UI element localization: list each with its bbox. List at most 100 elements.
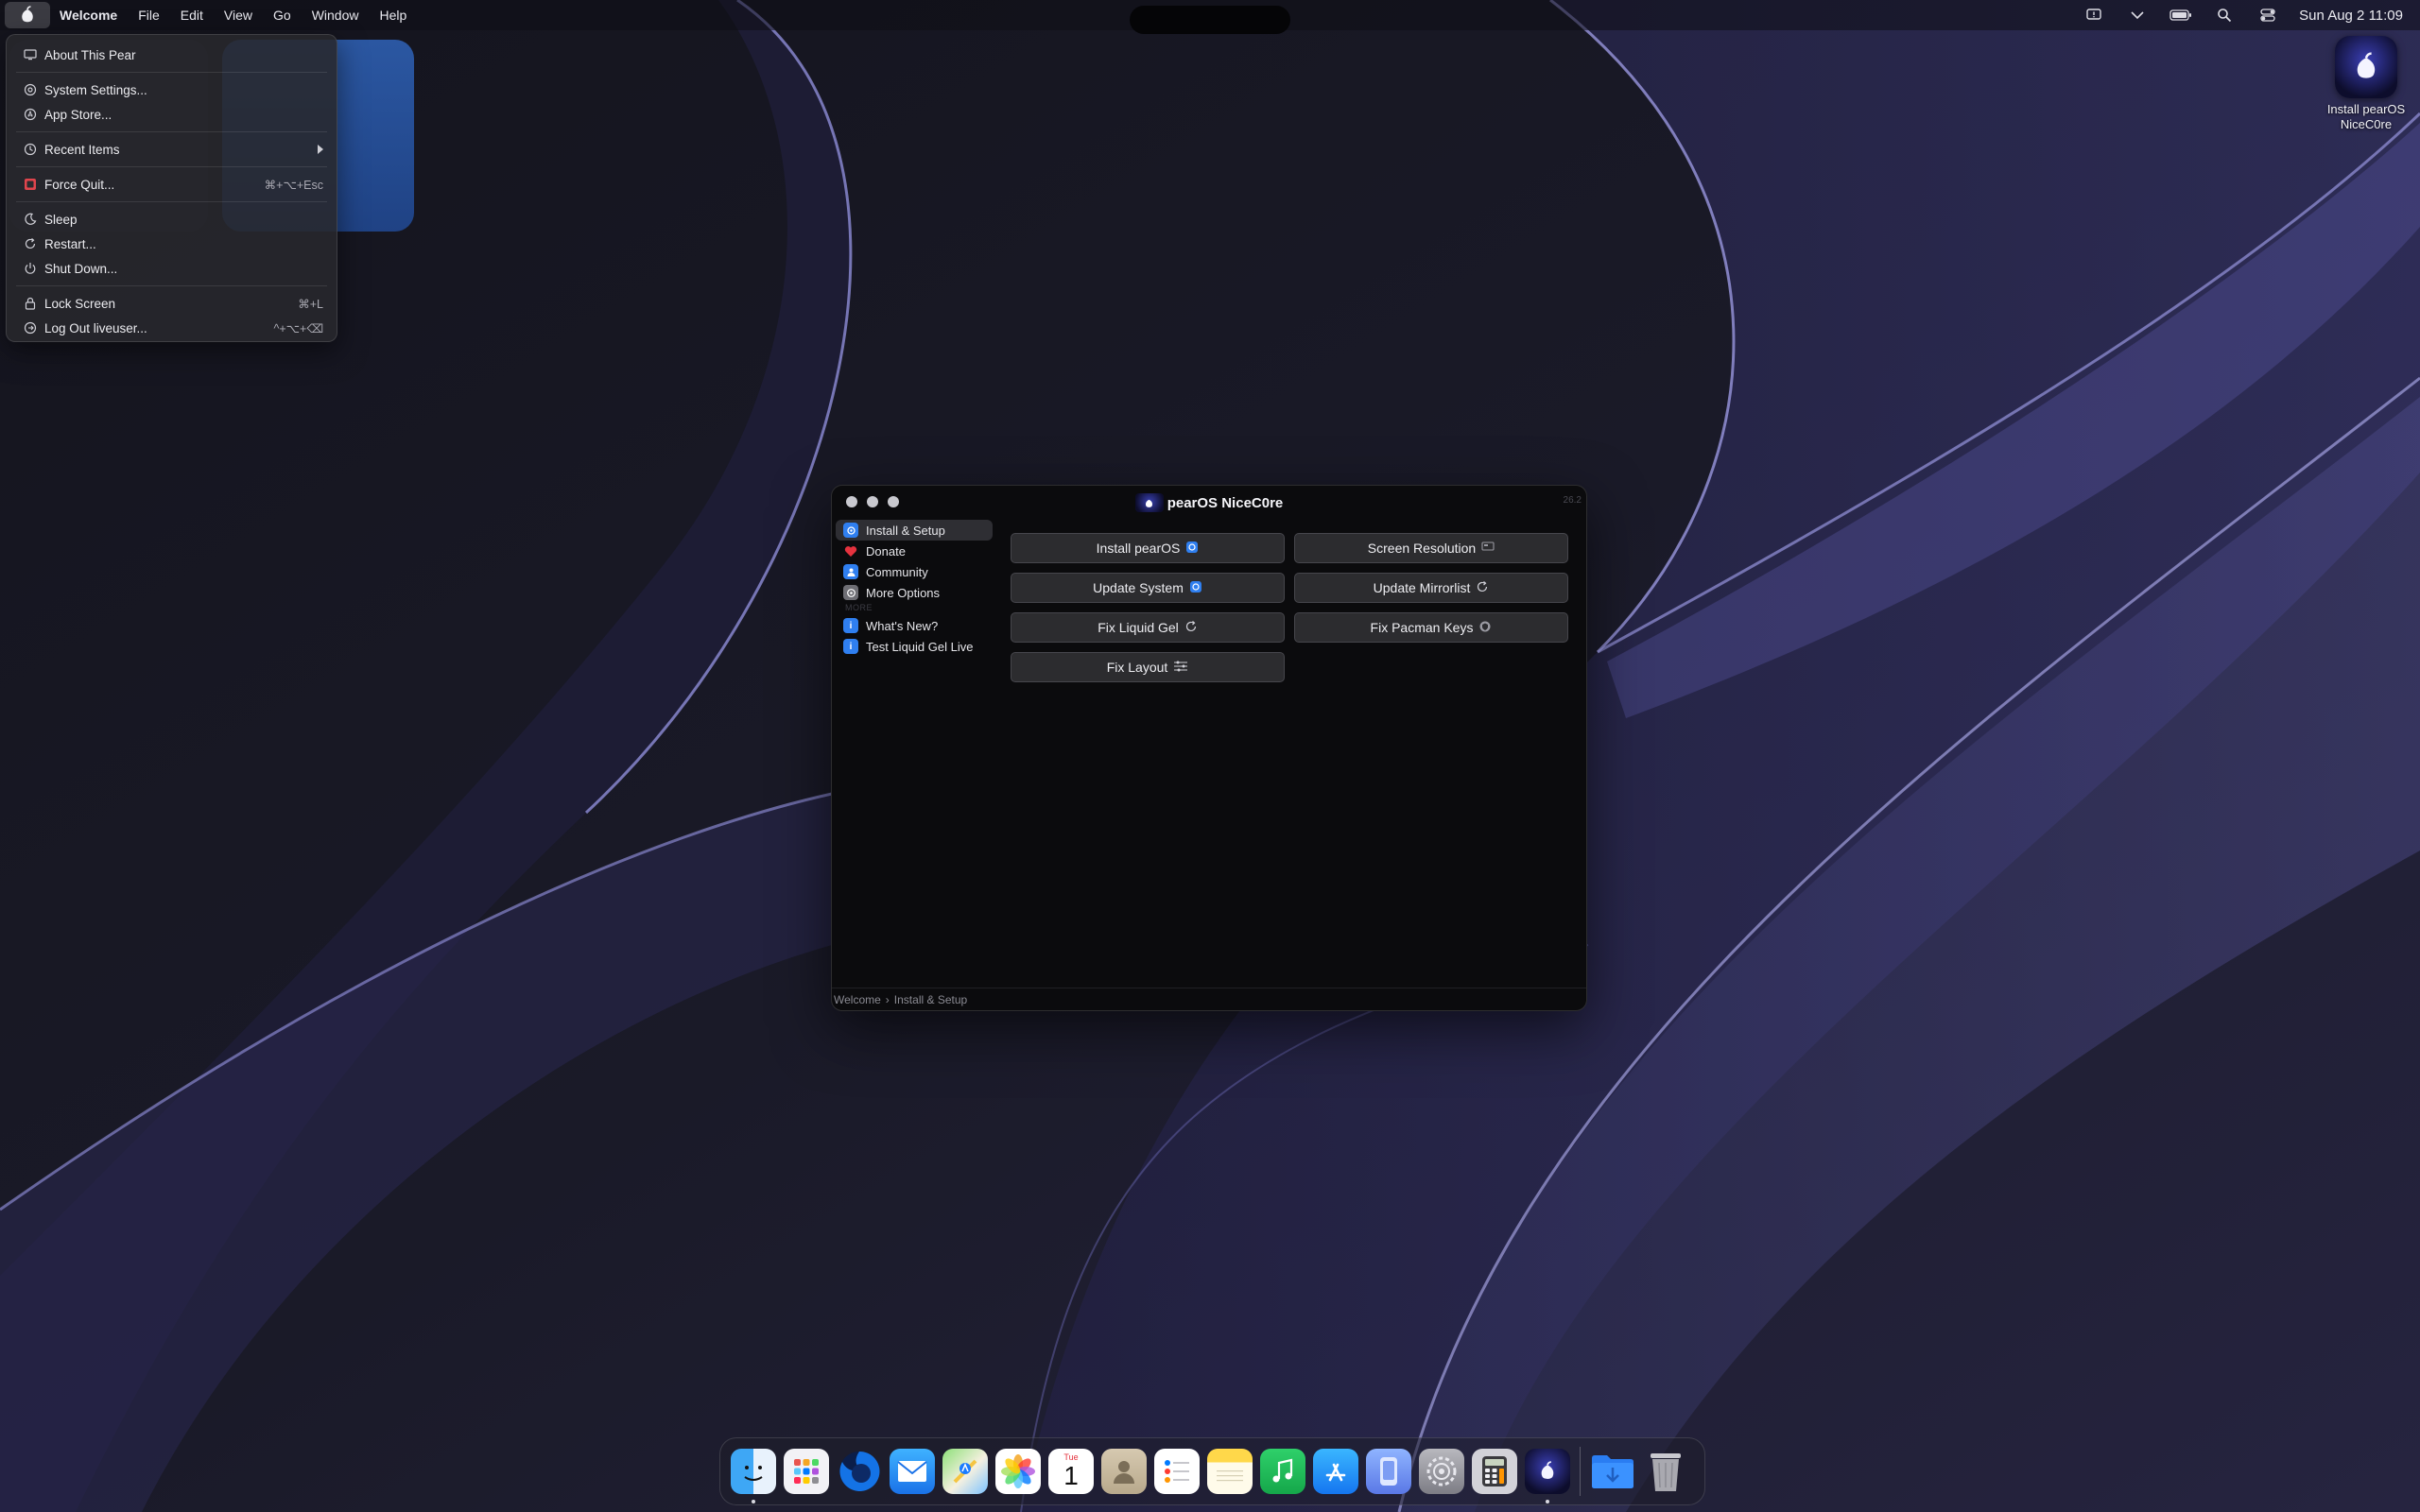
downloads-folder-icon bbox=[1590, 1449, 1635, 1494]
update-mirrorlist-button[interactable]: Update Mirrorlist bbox=[1294, 573, 1568, 603]
dock-item-notes[interactable] bbox=[1203, 1445, 1256, 1498]
menu-go[interactable]: Go bbox=[263, 8, 302, 23]
pear-logo-icon bbox=[22, 6, 33, 23]
sidebar-item-whats-new[interactable]: i What's New? bbox=[836, 615, 1025, 636]
sidebar-item-donate[interactable]: Donate bbox=[836, 541, 1025, 561]
dock-item-system-settings[interactable] bbox=[1415, 1445, 1468, 1498]
menu-item-recent-items[interactable]: Recent Items bbox=[7, 137, 337, 162]
fix-layout-button[interactable]: Fix Layout bbox=[1011, 652, 1285, 682]
dock-item-photos[interactable] bbox=[992, 1445, 1045, 1498]
dock-item-mail[interactable] bbox=[886, 1445, 939, 1498]
dock-item-calculator[interactable] bbox=[1468, 1445, 1521, 1498]
screen-resolution-button[interactable]: Screen Resolution bbox=[1294, 533, 1568, 563]
button-label: Screen Resolution bbox=[1367, 541, 1477, 556]
pearos-installer-icon bbox=[2335, 36, 2397, 98]
menu-item-label: Log Out liveuser... bbox=[44, 320, 147, 335]
system-info-icon bbox=[1366, 1449, 1411, 1494]
maps-icon bbox=[942, 1449, 988, 1494]
chevron-down-icon[interactable] bbox=[2116, 0, 2159, 30]
menu-bar-clock[interactable]: Sun Aug 2 11:09 bbox=[2290, 8, 2420, 24]
moon-icon bbox=[23, 212, 38, 227]
window-titlebar[interactable]: pearOS NiceC0re 26.2 bbox=[832, 486, 1586, 518]
install-pearos-button[interactable]: Install pearOS bbox=[1011, 533, 1285, 563]
button-label: Fix Liquid Gel bbox=[1098, 620, 1179, 635]
dock-item-downloads[interactable] bbox=[1586, 1445, 1639, 1498]
monitor-icon bbox=[23, 47, 38, 62]
calculator-icon bbox=[1472, 1449, 1517, 1494]
finder-icon bbox=[731, 1449, 776, 1494]
breadcrumb-item[interactable]: Welcome bbox=[834, 993, 881, 1006]
sidebar-item-label: Community bbox=[866, 564, 928, 579]
sidebar-item-more-options[interactable]: More Options bbox=[836, 582, 1025, 603]
menu-item-restart[interactable]: Restart... bbox=[7, 232, 337, 256]
search-icon[interactable] bbox=[2203, 0, 2246, 30]
installer-icon bbox=[1185, 541, 1199, 557]
menu-view[interactable]: View bbox=[214, 8, 263, 23]
menu-file[interactable]: File bbox=[128, 8, 170, 23]
menu-item-shut-down[interactable]: Shut Down... bbox=[7, 256, 337, 281]
calendar-icon: Tue 1 bbox=[1048, 1449, 1094, 1494]
menu-app-name[interactable]: Welcome bbox=[50, 8, 128, 23]
desktop-icon-install-pearos[interactable]: Install pearOS NiceC0re bbox=[2312, 36, 2420, 132]
pear-menu-button[interactable] bbox=[5, 2, 50, 28]
running-indicator bbox=[752, 1500, 755, 1503]
button-label: Install pearOS bbox=[1096, 541, 1181, 556]
dock-item-maps[interactable] bbox=[939, 1445, 992, 1498]
welcome-sidebar: Install & Setup Donate Community More Op… bbox=[836, 520, 1025, 657]
contacts-icon bbox=[1101, 1449, 1147, 1494]
gear-icon bbox=[23, 82, 38, 97]
info-icon: i bbox=[843, 639, 858, 654]
app-store-icon bbox=[23, 107, 38, 122]
control-center-icon[interactable] bbox=[2246, 0, 2290, 30]
menu-window[interactable]: Window bbox=[302, 8, 370, 23]
sidebar-section-more: MORE bbox=[845, 603, 873, 612]
menu-separator bbox=[16, 166, 327, 167]
launchpad-icon bbox=[784, 1449, 829, 1494]
button-label: Update System bbox=[1093, 580, 1184, 595]
camera-notch bbox=[1130, 6, 1290, 34]
battery-icon[interactable] bbox=[2159, 0, 2203, 30]
menu-edit[interactable]: Edit bbox=[170, 8, 214, 23]
menu-item-label: Shut Down... bbox=[44, 261, 118, 276]
menu-item-log-out[interactable]: Log Out liveuser... ^+⌥+⌫ bbox=[7, 316, 337, 340]
menu-item-sleep[interactable]: Sleep bbox=[7, 207, 337, 232]
welcome-window: pearOS NiceC0re 26.2 Install & Setup Don… bbox=[831, 485, 1587, 1011]
sidebar-item-test-liquid-gel[interactable]: i Test Liquid Gel Live bbox=[836, 636, 1025, 657]
dock: Tue 1 bbox=[719, 1437, 1705, 1505]
menu-item-app-store[interactable]: App Store... bbox=[7, 102, 337, 127]
sliders-icon bbox=[1173, 660, 1188, 675]
button-label: Update Mirrorlist bbox=[1373, 580, 1471, 595]
fix-pacman-keys-button[interactable]: Fix Pacman Keys bbox=[1294, 612, 1568, 643]
fix-liquid-gel-button[interactable]: Fix Liquid Gel bbox=[1011, 612, 1285, 643]
info-icon: i bbox=[843, 618, 858, 633]
dock-item-firefox[interactable] bbox=[833, 1445, 886, 1498]
menu-item-system-settings[interactable]: System Settings... bbox=[7, 77, 337, 102]
menu-help[interactable]: Help bbox=[369, 8, 417, 23]
sidebar-item-install-setup[interactable]: Install & Setup bbox=[836, 520, 993, 541]
menu-item-label: Recent Items bbox=[44, 142, 120, 157]
dock-item-launchpad[interactable] bbox=[780, 1445, 833, 1498]
dock-item-trash[interactable] bbox=[1639, 1445, 1692, 1498]
menu-item-about[interactable]: About This Pear bbox=[7, 43, 337, 67]
dock-item-system-info[interactable] bbox=[1362, 1445, 1415, 1498]
update-system-button[interactable]: Update System bbox=[1011, 573, 1285, 603]
dock-item-music[interactable] bbox=[1256, 1445, 1309, 1498]
dock-item-reminders[interactable] bbox=[1150, 1445, 1203, 1498]
dock-item-contacts[interactable] bbox=[1098, 1445, 1150, 1498]
options-icon bbox=[843, 585, 858, 600]
menu-item-shortcut: ⌘+⌥+Esc bbox=[264, 178, 323, 192]
dock-item-finder[interactable] bbox=[727, 1445, 780, 1503]
dock-item-calendar[interactable]: Tue 1 bbox=[1045, 1445, 1098, 1498]
feedback-icon[interactable] bbox=[2072, 0, 2116, 30]
logout-icon bbox=[23, 320, 38, 335]
sidebar-item-label: What's New? bbox=[866, 618, 939, 633]
dock-item-app-store[interactable] bbox=[1309, 1445, 1362, 1498]
menu-item-force-quit[interactable]: Force Quit... ⌘+⌥+Esc bbox=[7, 172, 337, 197]
menu-separator bbox=[16, 285, 327, 286]
menu-item-shortcut: ^+⌥+⌫ bbox=[273, 321, 323, 335]
sidebar-item-community[interactable]: Community bbox=[836, 561, 1025, 582]
dock-item-welcome[interactable] bbox=[1521, 1445, 1574, 1503]
menu-item-lock-screen[interactable]: Lock Screen ⌘+L bbox=[7, 291, 337, 316]
display-icon bbox=[1481, 541, 1495, 556]
clock-icon bbox=[23, 142, 38, 157]
